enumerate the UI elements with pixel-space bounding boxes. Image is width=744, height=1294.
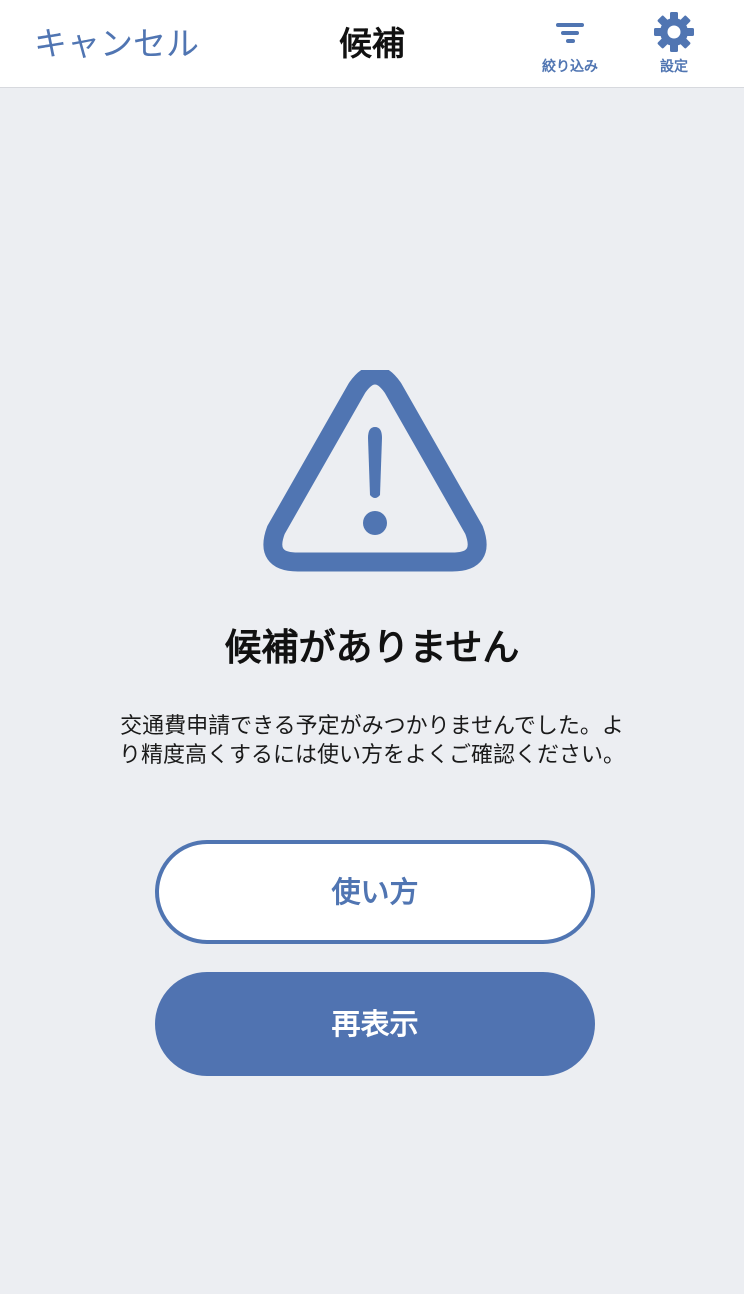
top-bar: キャンセル 候補 絞り込み 設定 [0, 0, 744, 88]
settings-label: 設定 [660, 59, 688, 75]
empty-state-title: 候補がありません [224, 626, 520, 669]
empty-state-message: 交通費申請できる予定がみつかりませんでした。より精度高くするには使い方をよくご確… [118, 714, 625, 768]
warning-triangle-icon [263, 370, 487, 572]
how-to-use-button[interactable]: 使い方 [155, 840, 595, 944]
gear-icon [654, 12, 694, 52]
filter-label: 絞り込み [542, 59, 598, 75]
reload-button[interactable]: 再表示 [155, 972, 595, 1076]
settings-button[interactable]: 設定 [629, 10, 719, 80]
filter-icon [556, 23, 584, 43]
filter-button[interactable]: 絞り込み [525, 10, 615, 80]
